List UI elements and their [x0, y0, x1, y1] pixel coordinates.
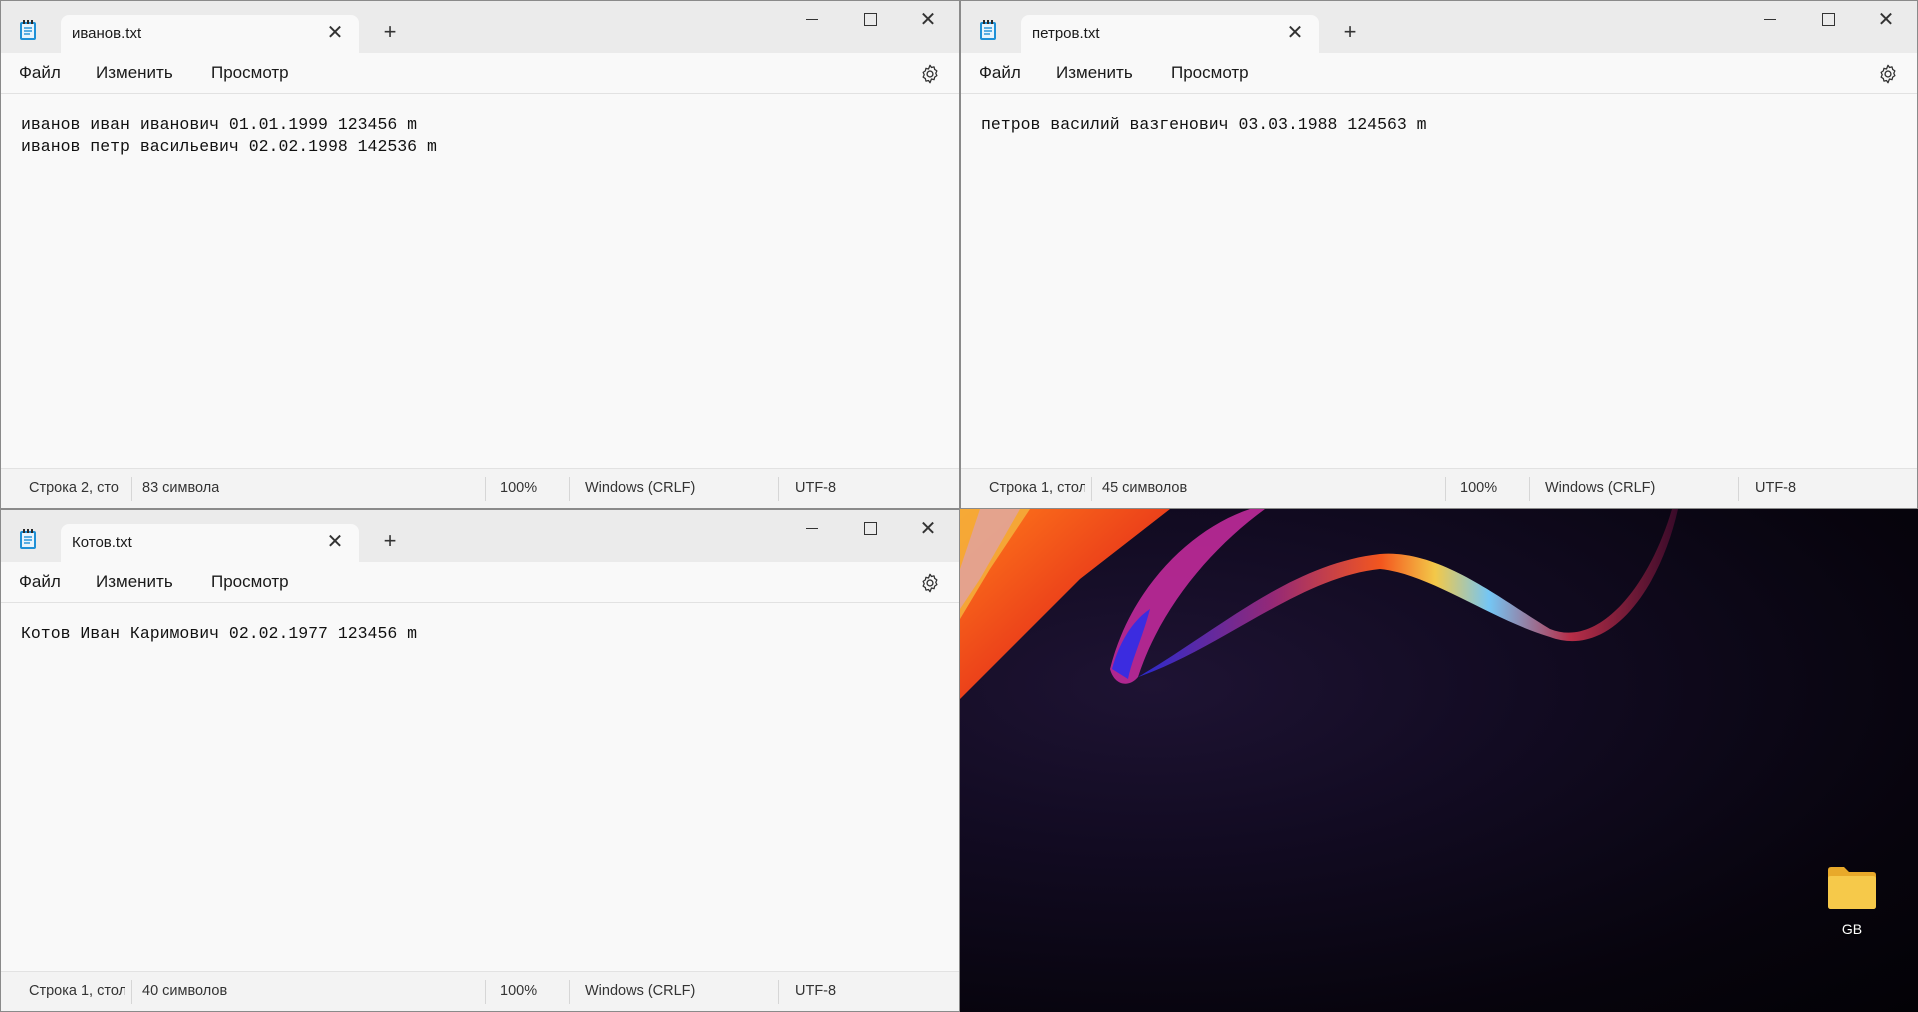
minimize-button[interactable] — [789, 5, 835, 35]
menu-bar: Файл Изменить Просмотр — [1, 53, 959, 94]
title-bar[interactable]: иванов.txt ✕ + ✕ — [1, 1, 959, 53]
maximize-icon — [863, 522, 877, 536]
separator — [778, 477, 779, 501]
char-count: 45 символов — [1102, 480, 1188, 496]
text-line: Котов Иван Каримович 02.02.1977 123456 m — [21, 624, 418, 643]
separator — [131, 980, 132, 1004]
menu-edit[interactable]: Изменить — [96, 572, 173, 592]
plus-icon[interactable]: + — [377, 19, 403, 45]
plus-icon[interactable]: + — [1337, 19, 1363, 45]
separator — [485, 477, 486, 501]
close-icon[interactable]: ✕ — [1283, 21, 1307, 45]
folder-icon — [1828, 867, 1876, 909]
notepad-icon — [20, 529, 36, 549]
text-line: петров василий вазгенович 03.03.1988 124… — [981, 115, 1427, 134]
menu-edit[interactable]: Изменить — [96, 63, 173, 83]
gear-icon[interactable] — [919, 572, 941, 594]
notepad-icon — [20, 20, 36, 40]
tab-title: Котов.txt — [72, 534, 132, 551]
text-editor[interactable]: Котов Иван Каримович 02.02.1977 123456 m — [1, 603, 959, 972]
close-window-button[interactable]: ✕ — [905, 5, 951, 35]
editor-lines: иванов иван иванович 01.01.1999 123456 m… — [21, 114, 959, 158]
zoom-level[interactable]: 100% — [500, 469, 537, 508]
minimize-icon — [806, 19, 818, 21]
menu-edit[interactable]: Изменить — [1056, 63, 1133, 83]
zoom-level[interactable]: 100% — [500, 972, 537, 1011]
menu-view[interactable]: Просмотр — [211, 572, 289, 592]
cursor-position: Строка 1, стол — [29, 983, 125, 999]
menu-view[interactable]: Просмотр — [211, 63, 289, 83]
close-window-button[interactable]: ✕ — [1863, 5, 1909, 35]
char-count: 83 символа — [142, 480, 220, 496]
notepad-icon — [980, 20, 996, 40]
status-bar: Строка 1, стол 45 символов 100% Windows … — [961, 468, 1917, 508]
tab-title: петров.txt — [1032, 25, 1100, 42]
gear-icon[interactable] — [919, 63, 941, 85]
line-ending[interactable]: Windows (CRLF) — [585, 972, 695, 1011]
notepad-window-petrov[interactable]: петров.txt ✕ + ✕ Файл Изменить Просмотр … — [960, 0, 1918, 509]
close-window-button[interactable]: ✕ — [905, 514, 951, 544]
encoding[interactable]: UTF-8 — [1755, 469, 1796, 508]
encoding[interactable]: UTF-8 — [795, 469, 836, 508]
menu-file[interactable]: Файл — [19, 572, 61, 592]
separator — [1529, 477, 1530, 501]
separator — [1738, 477, 1739, 501]
file-tab[interactable]: Котов.txt ✕ — [61, 524, 359, 562]
separator — [569, 477, 570, 501]
wallpaper-art — [960, 509, 1678, 699]
notepad-window-kotov[interactable]: Котов.txt ✕ + ✕ Файл Изменить Просмотр К… — [0, 509, 960, 1012]
menu-bar: Файл Изменить Просмотр — [1, 562, 959, 603]
maximize-button[interactable] — [847, 514, 893, 544]
menu-view[interactable]: Просмотр — [1171, 63, 1249, 83]
desktop-icon-gb[interactable]: GB — [1808, 866, 1896, 937]
encoding[interactable]: UTF-8 — [795, 972, 836, 1011]
maximize-icon — [1821, 13, 1835, 27]
separator — [485, 980, 486, 1004]
desktop-icon-label: GB — [1841, 921, 1863, 937]
close-icon[interactable]: ✕ — [323, 21, 347, 45]
minimize-icon — [806, 528, 818, 530]
text-line: иванов иван иванович 01.01.1999 123456 m — [21, 115, 418, 134]
cursor-position: Строка 2, сто — [29, 480, 119, 496]
separator — [1091, 477, 1092, 501]
close-icon[interactable]: ✕ — [323, 530, 347, 554]
separator — [131, 477, 132, 501]
text-editor[interactable]: петров василий вазгенович 03.03.1988 124… — [961, 94, 1917, 469]
status-bar: Строка 2, сто 83 символа 100% Windows (C… — [1, 468, 959, 508]
editor-lines: Котов Иван Каримович 02.02.1977 123456 m — [21, 623, 959, 645]
char-count: 40 символов — [142, 983, 228, 999]
status-bar: Строка 1, стол 40 символов 100% Windows … — [1, 971, 959, 1011]
minimize-button[interactable] — [789, 514, 835, 544]
gear-icon[interactable] — [1877, 63, 1899, 85]
title-bar[interactable]: петров.txt ✕ + ✕ — [961, 1, 1917, 53]
text-line: иванов петр васильевич 02.02.1998 142536… — [21, 137, 437, 156]
menu-file[interactable]: Файл — [979, 63, 1021, 83]
separator — [778, 980, 779, 1004]
tab-title: иванов.txt — [72, 25, 142, 42]
maximize-button[interactable] — [847, 5, 893, 35]
maximize-button[interactable] — [1805, 5, 1851, 35]
minimize-button[interactable] — [1747, 5, 1793, 35]
notepad-window-ivanov[interactable]: иванов.txt ✕ + ✕ Файл Изменить Просмотр … — [0, 0, 960, 509]
maximize-icon — [863, 13, 877, 27]
menu-bar: Файл Изменить Просмотр — [961, 53, 1917, 94]
line-ending[interactable]: Windows (CRLF) — [1545, 469, 1655, 508]
menu-file[interactable]: Файл — [19, 63, 61, 83]
separator — [1445, 477, 1446, 501]
file-tab[interactable]: иванов.txt ✕ — [61, 15, 359, 53]
plus-icon[interactable]: + — [377, 528, 403, 554]
title-bar[interactable]: Котов.txt ✕ + ✕ — [1, 510, 959, 562]
separator — [569, 980, 570, 1004]
text-editor[interactable]: иванов иван иванович 01.01.1999 123456 m… — [1, 94, 959, 469]
zoom-level[interactable]: 100% — [1460, 469, 1497, 508]
minimize-icon — [1764, 19, 1776, 21]
line-ending[interactable]: Windows (CRLF) — [585, 469, 695, 508]
cursor-position: Строка 1, стол — [989, 480, 1085, 496]
editor-lines: петров василий вазгенович 03.03.1988 124… — [981, 114, 1917, 136]
file-tab[interactable]: петров.txt ✕ — [1021, 15, 1319, 53]
desktop-wallpaper — [960, 509, 1918, 1012]
